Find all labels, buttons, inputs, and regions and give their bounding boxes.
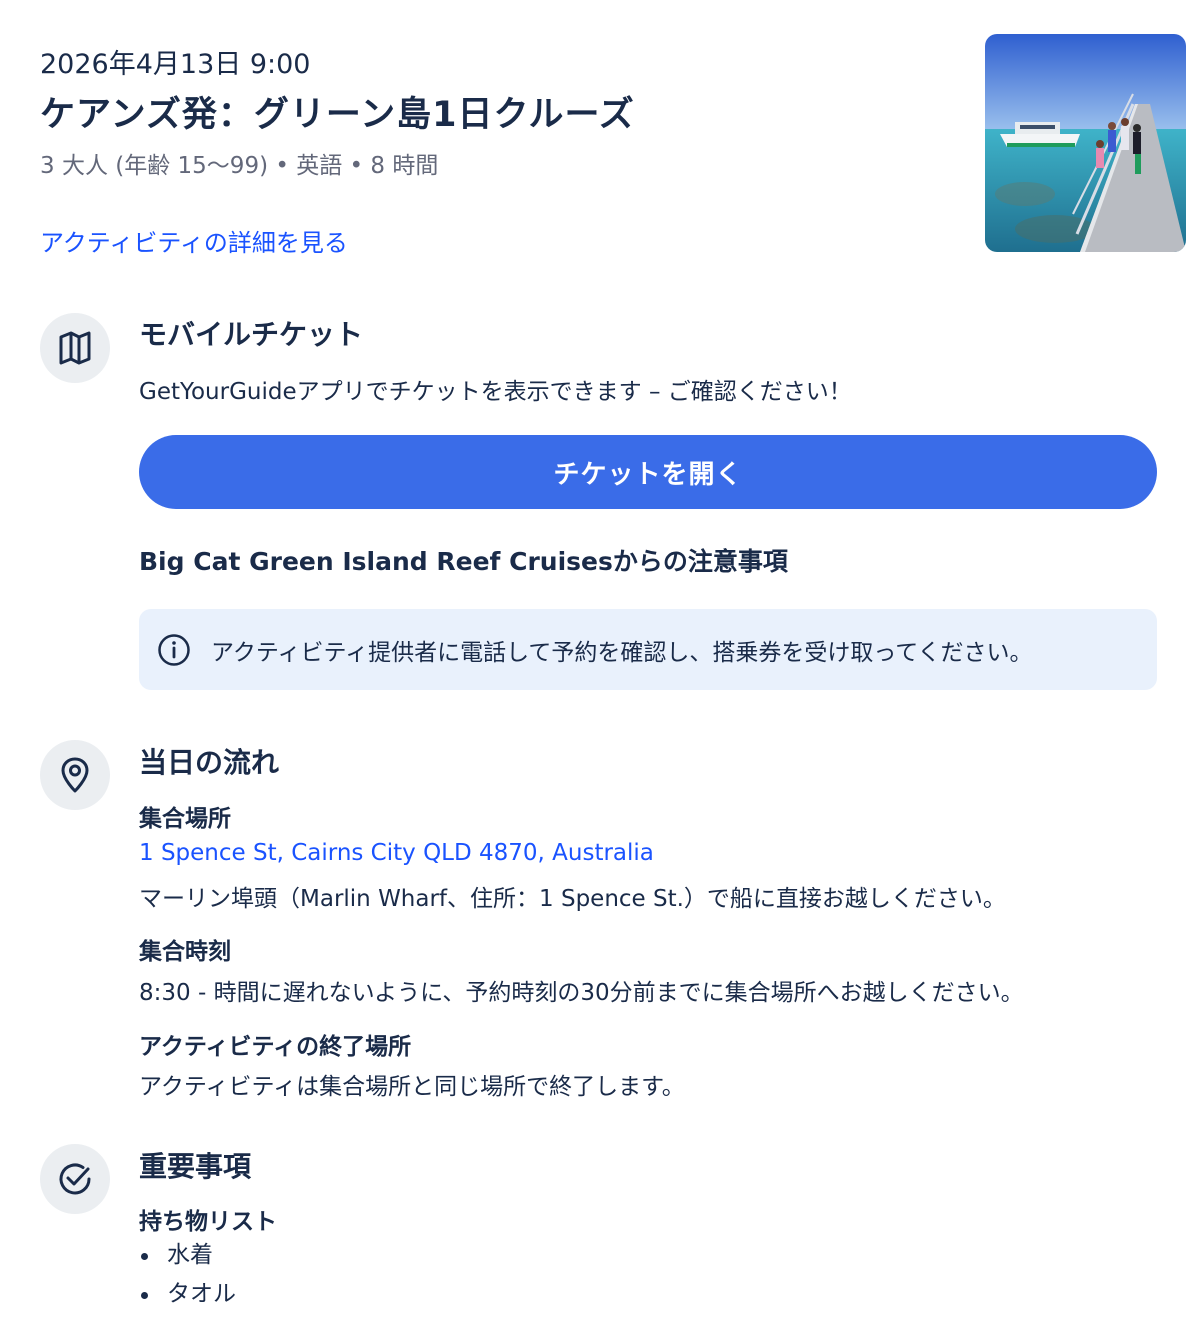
provider-notice-text: アクティビティ提供者に電話して予約を確認し、搭乗券を受け取ってください。 <box>211 639 1033 666</box>
meeting-time-text: 8:30 - 時間に遅れないように、予約時刻の30分前までに集合場所へお越しくだ… <box>139 980 1024 1006</box>
meeting-point-note: マーリン埠頭（Marlin Wharf、住所：1 Spence St.）で船に直… <box>139 886 1006 912</box>
meeting-point-address-link[interactable]: 1 Spence St, Cairns City QLD 4870, Austr… <box>139 840 654 866</box>
packing-list-label: 持ち物リスト <box>139 1209 277 1235</box>
itinerary-title: 当日の流れ <box>139 746 280 779</box>
important-title: 重要事項 <box>139 1150 252 1183</box>
activity-details-link[interactable]: アクティビティの詳細を見る <box>40 223 348 258</box>
map-ticket-icon <box>59 331 91 365</box>
important-section-icon-wrap <box>40 1144 110 1214</box>
booking-meta: 3 大人 (年齢 15〜99) • 英語 • 8 時間 <box>40 153 439 179</box>
list-item: タオル <box>139 1275 236 1314</box>
meeting-time-label: 集合時刻 <box>139 939 231 965</box>
list-item: 水着 <box>139 1236 236 1275</box>
meeting-point-label: 集合場所 <box>139 806 231 832</box>
activity-title: ケアンズ発：グリーン島1日クルーズ <box>40 95 635 135</box>
mobile-ticket-description: GetYourGuideアプリでチケットを表示できます – ご確認ください！ <box>139 379 852 405</box>
ticket-section-icon-wrap <box>40 313 110 383</box>
provider-notice-box: アクティビティ提供者に電話して予約を確認し、搭乗券を受け取ってください。 <box>139 609 1157 690</box>
check-circle-icon <box>59 1163 91 1195</box>
itinerary-section-icon-wrap <box>40 740 110 810</box>
location-pin-icon <box>61 757 89 793</box>
open-ticket-button[interactable]: チケットを開く <box>139 435 1157 509</box>
mobile-ticket-title: モバイルチケット <box>139 318 364 351</box>
end-point-text: アクティビティは集合場所と同じ場所で終了します。 <box>139 1074 685 1100</box>
info-icon <box>158 633 190 666</box>
booking-date: 2026年4月13日 9:00 <box>40 49 311 80</box>
activity-photo <box>985 34 1186 252</box>
provider-notice-heading: Big Cat Green Island Reef Cruisesからの注意事項 <box>139 547 788 576</box>
packing-list: 水着 タオル <box>139 1236 236 1314</box>
end-point-label: アクティビティの終了場所 <box>139 1034 412 1060</box>
